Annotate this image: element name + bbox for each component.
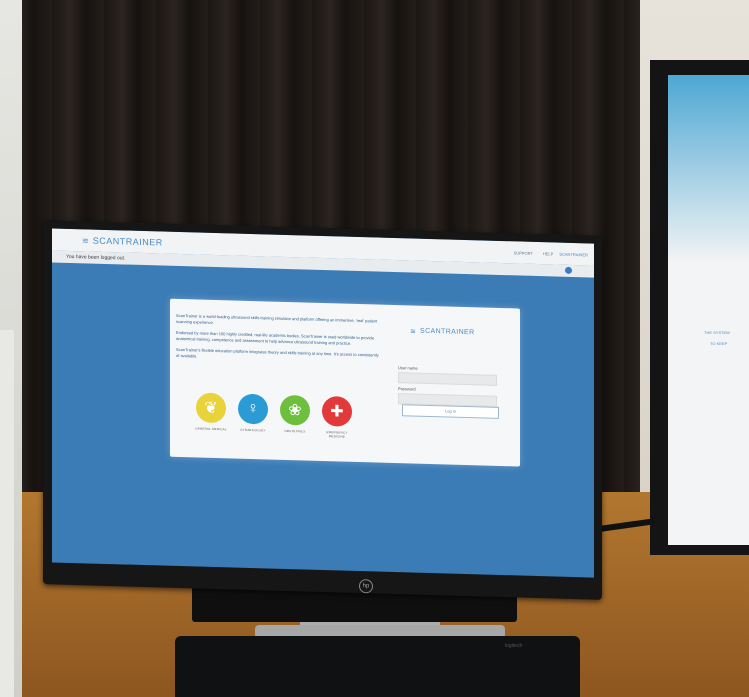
intro-paragraph-2: Endorsed by more than 100 highly credite… (176, 329, 374, 346)
scantrainer-logo-icon: ≋ (82, 235, 89, 245)
keyboard-brand: logitech (505, 643, 523, 649)
intro-text: ScanTrainer is a world-leading ultrasoun… (176, 313, 381, 370)
monitor-screen: ≋ SCANTRAINER SUPPORT HELP SCANTRAINER Y… (52, 228, 594, 578)
fetus-icon: ❀ (280, 394, 310, 426)
app-title: SCANTRAINER (92, 235, 163, 248)
category-label: EMERGENCY MEDICINE (326, 430, 348, 439)
password-label: Password (398, 386, 416, 392)
category-label: GENERAL MEDICAL (195, 426, 227, 432)
category-obstetrics[interactable]: ❀ OBSTETRICS (278, 394, 312, 434)
username-field[interactable] (398, 372, 497, 386)
intro-paragraph-1: ScanTrainer is a world-leading ultrasoun… (176, 312, 378, 325)
hp-logo-icon: hp (359, 579, 373, 594)
category-general-medical[interactable]: ❦ GENERAL MEDICAL (194, 392, 228, 431)
help-icon[interactable] (565, 266, 572, 274)
kidney-icon: ❦ (196, 392, 226, 424)
card-brand: SCANTRAINER (420, 327, 475, 337)
right-screen-text-2: TO KEEP (710, 341, 728, 346)
top-nav: SUPPORT HELP (514, 250, 554, 256)
right-screen-text-1: THE SYSTEM (704, 330, 730, 335)
uterus-icon: ♀ (238, 393, 268, 425)
main-monitor: ≋ SCANTRAINER SUPPORT HELP SCANTRAINER Y… (43, 220, 602, 600)
corner-brand: SCANTRAINER (559, 251, 588, 257)
category-gynaecology[interactable]: ♀ GYNAECOLOGY (236, 393, 270, 433)
nav-help[interactable]: HELP (543, 251, 553, 256)
category-emergency-medicine[interactable]: ✚ EMERGENCY MEDICINE (320, 395, 354, 439)
login-button[interactable]: Log in (402, 404, 499, 419)
right-monitor-screen (668, 75, 749, 545)
medical-cross-icon: ✚ (322, 395, 352, 427)
intro-paragraph-3: ScanTrainer's flexible education platfor… (176, 346, 379, 359)
card-logo-icon: ≋ (410, 328, 416, 336)
login-card: ScanTrainer is a world-leading ultrasoun… (170, 298, 520, 467)
category-label: GYNAECOLOGY (240, 427, 266, 433)
category-label: OBSTETRICS (284, 428, 306, 434)
nav-support[interactable]: SUPPORT (514, 250, 533, 256)
ultrasound-machine-edge (0, 330, 14, 697)
username-label: User name (398, 365, 418, 371)
